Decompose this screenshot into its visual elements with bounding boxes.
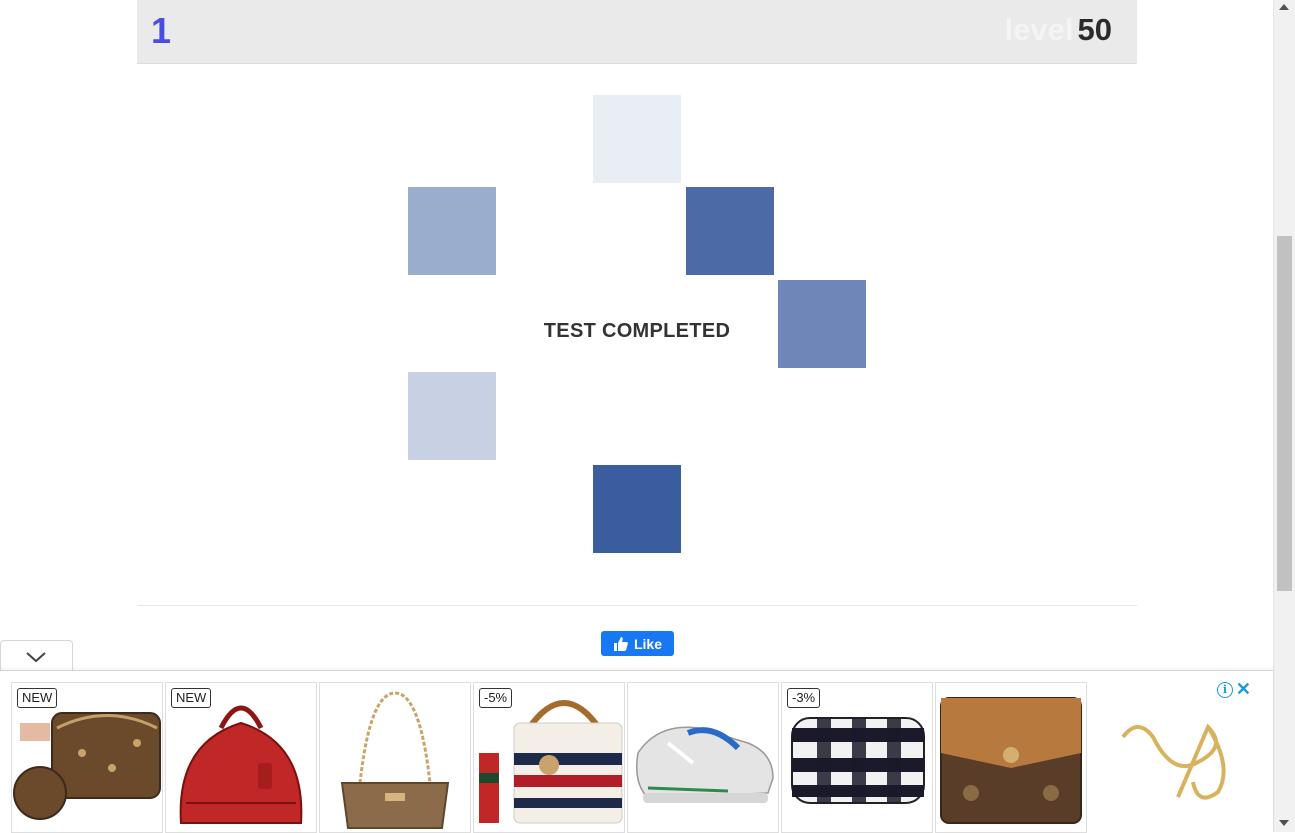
shoulder-bag-icon (340, 691, 450, 829)
level-indicator: level 50 (1005, 11, 1112, 49)
chevron-down-icon (26, 652, 46, 663)
ad-info-icon[interactable]: i (1217, 682, 1233, 698)
ad-brand-logo-icon (1121, 723, 1226, 800)
page-scrollbar[interactable] (1273, 0, 1295, 832)
game-header: 1 level 50 (137, 0, 1137, 64)
ad-collapse-tab[interactable] (0, 640, 73, 671)
level-label: level (1004, 12, 1074, 47)
ad-product-card[interactable]: NEW (165, 682, 317, 833)
ad-product-card[interactable] (935, 682, 1087, 833)
scroll-down-arrow-icon[interactable] (1279, 820, 1289, 826)
product-badge: -3% (787, 688, 821, 708)
ad-product-card[interactable]: NEW (11, 682, 163, 833)
color-tile[interactable] (408, 372, 496, 460)
divider (137, 605, 1137, 606)
color-tile[interactable] (686, 187, 774, 275)
result-message: TEST COMPLETED (543, 320, 731, 342)
ad-banner: NEW NEW -5% -3% i ✕ (0, 670, 1273, 833)
ad-product-card[interactable] (627, 682, 779, 833)
ad-product-card[interactable]: -5% (473, 682, 625, 833)
product-badge: NEW (17, 688, 58, 708)
sneaker-icon (636, 726, 774, 803)
scroll-thumb[interactable] (1277, 236, 1292, 591)
like-label: Like (633, 635, 662, 652)
product-badge: NEW (171, 688, 212, 708)
facebook-like-button[interactable]: Like (601, 631, 674, 656)
thumbs-up-icon (613, 636, 628, 651)
scroll-up-arrow-icon[interactable] (1279, 4, 1289, 10)
color-tile[interactable] (593, 465, 681, 553)
ad-close-icon[interactable]: ✕ (1236, 679, 1251, 700)
ad-product-card[interactable]: -3% (781, 682, 933, 833)
color-tile[interactable] (593, 95, 681, 183)
color-tile[interactable] (408, 187, 496, 275)
product-badge: -5% (479, 688, 513, 708)
monogram-wallet-icon (940, 697, 1082, 824)
level-value: 50 (1077, 12, 1112, 47)
score-counter: 1 (151, 10, 172, 51)
ad-product-card[interactable] (319, 682, 471, 833)
